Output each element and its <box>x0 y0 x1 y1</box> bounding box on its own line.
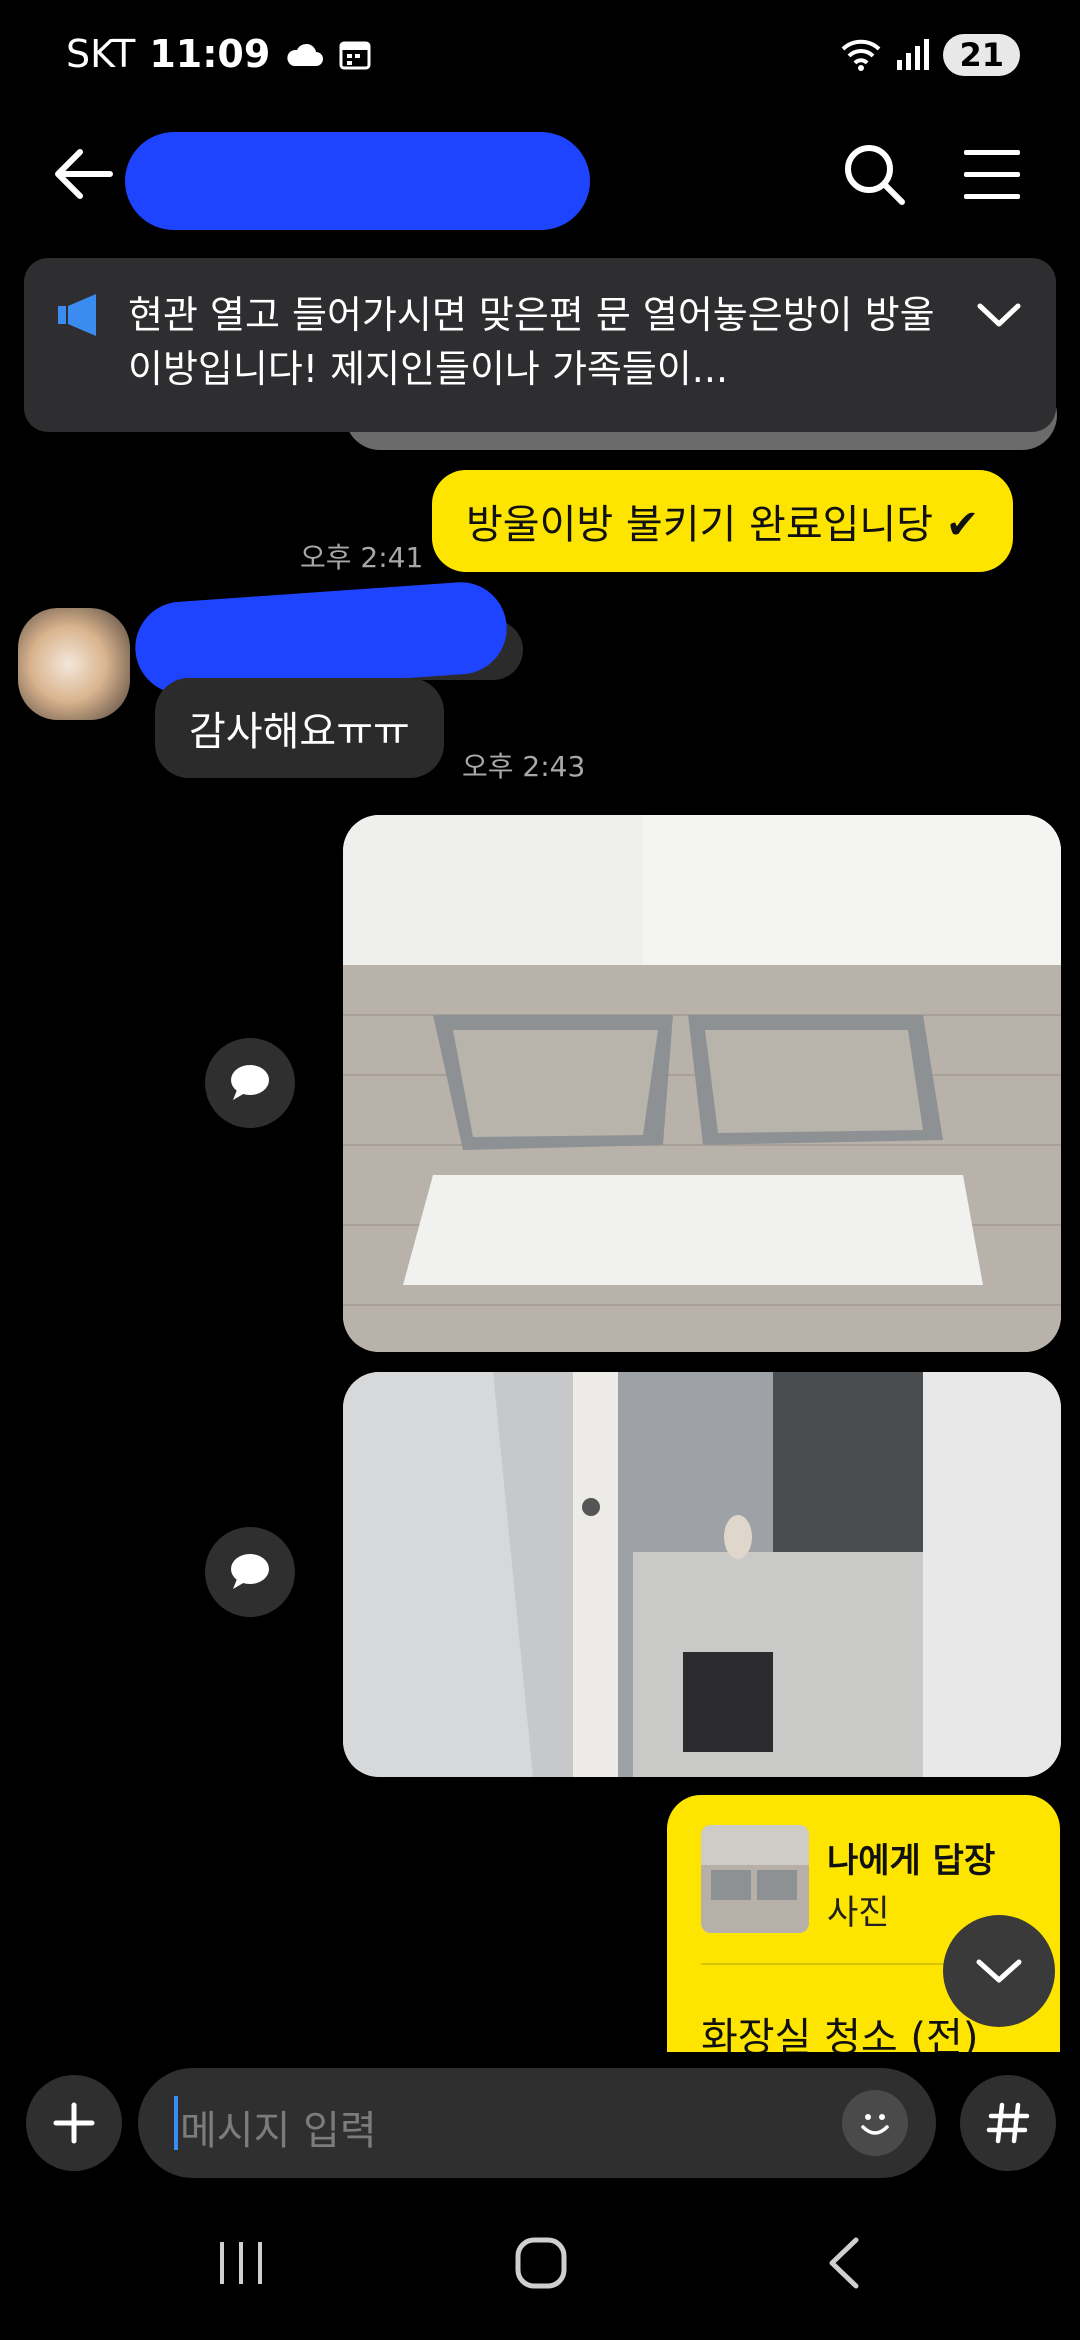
reply-message-text: 화장실 청소 (전) <box>701 2015 979 2055</box>
litter-boxes-image <box>343 815 1061 1352</box>
status-right: 21 <box>839 34 1020 76</box>
hashtag-button[interactable] <box>960 2075 1056 2171</box>
notice-banner[interactable]: 현관 열고 들어가시면 맞은편 문 열어놓은방이 방울이방입니다! 제지인들이나… <box>24 258 1056 432</box>
speech-bubble-icon <box>231 1554 269 1589</box>
signal-icon <box>897 39 930 70</box>
share-photo-button[interactable] <box>205 1038 295 1128</box>
cloud-icon <box>287 43 324 66</box>
plus-icon <box>53 2102 95 2144</box>
door-image <box>343 1372 1061 1777</box>
home-icon[interactable] <box>514 2236 568 2290</box>
status-left: SKT 11:09 <box>66 32 372 76</box>
speech-bubble-icon <box>231 1065 269 1100</box>
calendar-icon <box>339 41 371 70</box>
megaphone-icon <box>58 294 96 336</box>
chevron-down-icon[interactable] <box>976 300 1022 330</box>
photo-litter-boxes[interactable] <box>343 815 1061 1352</box>
status-bar: SKT 11:09 21 <box>0 0 1080 110</box>
chat-header <box>0 120 1080 240</box>
reply-thumbnail <box>701 1825 809 1933</box>
search-icon[interactable] <box>842 142 906 206</box>
back-nav-icon[interactable] <box>824 2236 864 2290</box>
emoji-button[interactable] <box>842 2090 908 2156</box>
menu-icon[interactable] <box>962 148 1022 202</box>
scroll-to-bottom-button[interactable] <box>943 1915 1055 2027</box>
sender-avatar[interactable] <box>18 608 130 720</box>
chevron-down-icon <box>976 1959 1022 1983</box>
message-text: 방울이방 불키기 완료입니당 ✔ <box>466 502 980 548</box>
reply-title: 나에게 답장 <box>827 1841 996 1881</box>
received-message-bubble[interactable]: 감사해요ㅠㅠ <box>155 678 444 778</box>
attach-button[interactable] <box>26 2075 122 2171</box>
input-placeholder: 메시지 입력 <box>180 2108 377 2154</box>
photo-open-door[interactable] <box>343 1372 1061 1777</box>
carrier: SKT <box>66 32 136 76</box>
clock: 11:09 <box>149 32 271 76</box>
notice-text: 현관 열고 들어가시면 맞은편 문 열어놓은방이 방울이방입니다! 제지인들이나… <box>128 293 935 391</box>
back-arrow-icon[interactable] <box>50 144 116 204</box>
hashtag-icon <box>986 2102 1030 2144</box>
message-time: 오후 2:43 <box>462 750 586 783</box>
system-nav-bar <box>0 2200 1080 2340</box>
sent-message-bubble[interactable]: 방울이방 불키기 완료입니당 ✔ <box>432 470 1014 572</box>
message-time: 오후 2:41 <box>300 541 424 574</box>
wifi-icon <box>842 39 881 71</box>
smiley-icon <box>861 2114 889 2135</box>
battery-indicator: 21 <box>943 34 1020 76</box>
message-input[interactable]: 메시지 입력 <box>138 2068 936 2178</box>
reply-subtitle: 사진 <box>827 1893 890 1933</box>
recent-apps-icon[interactable] <box>216 2238 266 2288</box>
text-cursor <box>174 2096 178 2150</box>
message-text: 감사해요ㅠㅠ <box>189 709 410 755</box>
chat-title-redacted <box>125 132 590 230</box>
share-photo-button[interactable] <box>205 1527 295 1617</box>
